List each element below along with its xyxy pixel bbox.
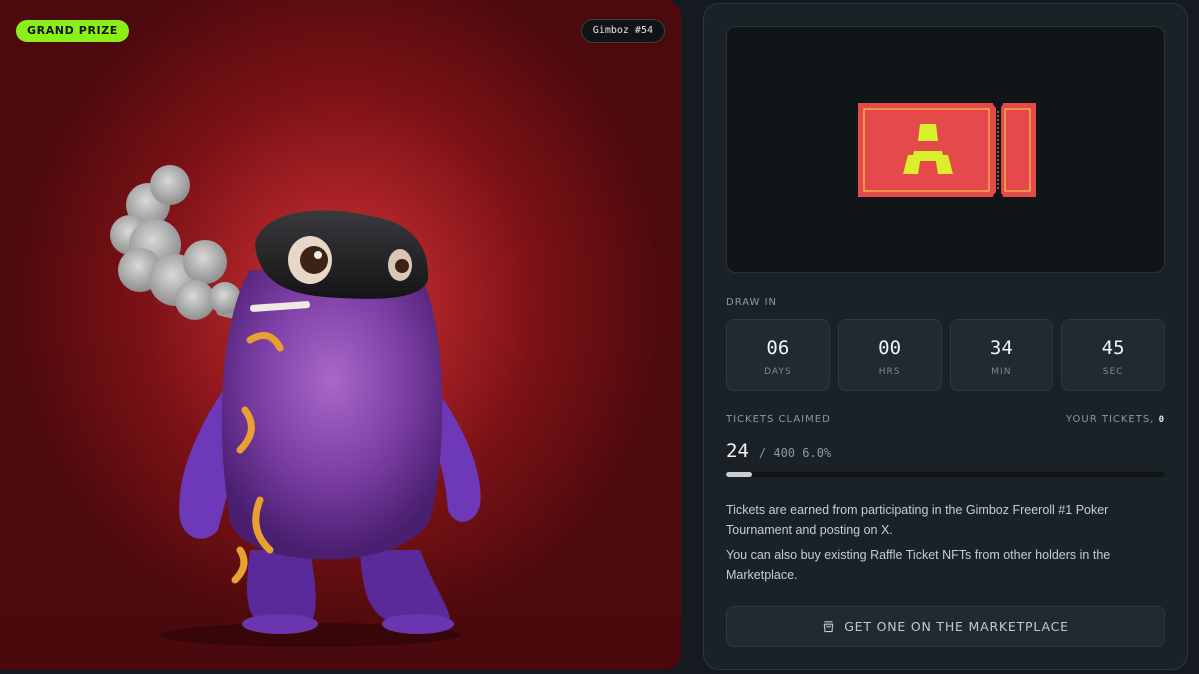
prize-character-image [110,165,481,647]
countdown-days: 06 DAYS [726,319,830,391]
ticket-preview-box [726,26,1165,273]
your-tickets-text: YOUR TICKETS, [1065,414,1155,425]
countdown-seconds-unit: SEC [1102,367,1124,377]
your-tickets-count: 0 [1158,415,1165,425]
claimed-number: 24 [726,440,749,462]
claimed-total-percent: / 400 6.0% [758,446,832,460]
marketplace-button[interactable]: GET ONE ON THE MARKETPLACE [726,606,1165,647]
grand-prize-badge: GRAND PRIZE [16,20,129,42]
countdown-minutes: 34 MIN [949,319,1054,391]
nft-id-badge: Gimboz #54 [580,19,665,43]
countdown-minutes-value: 34 [989,337,1013,359]
tickets-progress-fill [726,472,753,477]
your-tickets-label: YOUR TICKETS, 0 [1066,414,1165,425]
shopping-bag-icon [823,621,834,633]
tickets-claimed-label: TICKETS CLAIMED [726,414,831,425]
prize-image-panel: GRAND PRIZE Gimboz #54 [0,0,681,670]
tickets-claimed-count: 24 / 400 6.0% [726,440,831,466]
countdown-days-value: 06 [766,337,790,359]
countdown-seconds-value: 45 [1101,337,1125,359]
marketplace-button-label: GET ONE ON THE MARKETPLACE [844,619,1069,634]
countdown-minutes-unit: MIN [991,367,1012,377]
tickets-progress-bar [726,472,1165,477]
countdown-seconds: 45 SEC [1061,319,1165,391]
raffle-ticket-icon [858,103,1036,197]
description-buy: You can also buy existing Raffle Ticket … [726,548,1111,582]
raffle-page: GRAND PRIZE Gimboz #54 DRAW IN 06 DAYS 0… [0,0,1199,674]
countdown-timer: 06 DAYS 00 HRS 34 MIN 45 SEC [726,319,1165,391]
draw-in-label: DRAW IN [726,297,778,308]
description-earn: Tickets are earned from participating in… [726,503,1109,537]
countdown-hours: 00 HRS [837,319,942,391]
countdown-days-unit: DAYS [764,367,792,377]
raffle-info-panel: DRAW IN 06 DAYS 00 HRS 34 MIN 45 SEC TIC… [703,3,1188,670]
countdown-hours-unit: HRS [878,367,901,377]
countdown-hours-value: 00 [878,337,902,359]
